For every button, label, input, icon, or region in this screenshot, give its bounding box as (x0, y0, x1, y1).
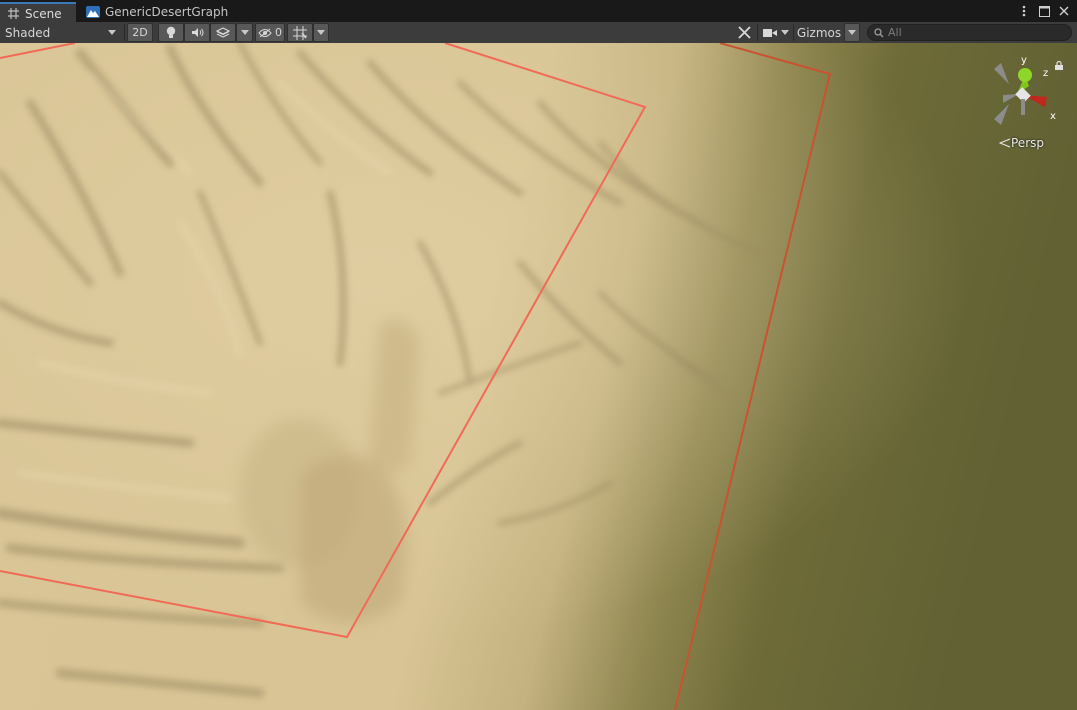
camera-icon (763, 28, 777, 37)
search-input[interactable] (884, 26, 1058, 39)
projection-label: Persp (1011, 136, 1044, 150)
camera-settings-button[interactable] (760, 23, 792, 42)
window-controls (1017, 3, 1071, 19)
maximize-icon[interactable] (1037, 4, 1051, 18)
draw-mode-dropdown[interactable]: Shaded (0, 23, 122, 42)
gizmos-label: Gizmos (796, 25, 842, 40)
tab-generic-desert-graph-label: GenericDesertGraph (105, 5, 229, 19)
more-menu-icon[interactable] (1017, 4, 1031, 18)
gizmos-toggle-button[interactable]: Gizmos (794, 23, 844, 42)
lock-icon[interactable] (1055, 55, 1063, 74)
hidden-eye-icon (258, 28, 272, 37)
grid-snap-icon (293, 25, 307, 40)
draw-mode-value: Shaded (5, 25, 51, 40)
audio-toggle-button[interactable] (184, 23, 210, 42)
search-icon (874, 27, 884, 37)
layers-effects-icon (216, 26, 230, 38)
toolbar-divider (757, 24, 758, 41)
effects-dropdown-button[interactable] (236, 23, 253, 42)
toggle-2d-button[interactable]: 2D (127, 23, 153, 42)
tab-scene[interactable]: Scene (0, 2, 76, 23)
scene-orientation-gizmo[interactable]: y z x (989, 49, 1059, 139)
wrench-screwdriver-icon (737, 26, 751, 39)
lightbulb-icon (166, 26, 176, 38)
hidden-object-count: 0 (275, 26, 282, 39)
grid-icon (6, 7, 20, 21)
chevron-down-icon (240, 30, 249, 35)
scene-viewport[interactable]: y z x Persp (0, 43, 1077, 710)
chevron-down-icon (781, 30, 789, 35)
axis-gizmo-icon: y z x (994, 55, 1056, 125)
toggle-2d-label: 2D (132, 26, 148, 39)
grid-snapping-dropdown[interactable] (313, 23, 329, 42)
chevron-down-icon (317, 30, 325, 35)
gizmos-dropdown[interactable] (844, 23, 860, 42)
lighting-toggle-button[interactable] (158, 23, 184, 42)
grid-snapping-button[interactable] (287, 23, 313, 42)
tab-scene-label: Scene (25, 6, 62, 21)
speaker-icon (191, 28, 203, 37)
editor-tab-bar: Scene GenericDesertGraph (0, 0, 1077, 23)
chevron-down-icon (848, 30, 856, 35)
gizmo-z-label: z (1043, 68, 1048, 79)
projection-toggle[interactable]: Persp (999, 136, 1044, 150)
scene-toolbar: Shaded 2D 0 Gizmos (0, 22, 1077, 44)
scene-search-field[interactable] (867, 24, 1072, 41)
tools-button[interactable] (733, 23, 755, 42)
terrain-mountain-icon (86, 5, 100, 19)
gizmo-x-label: x (1050, 111, 1056, 122)
chevron-down-icon (108, 30, 116, 35)
terrain-render (0, 43, 1077, 710)
perspective-icon (999, 138, 1011, 148)
scene-visibility-button[interactable]: 0 (255, 23, 285, 42)
effects-toggle-button[interactable] (210, 23, 236, 42)
close-icon[interactable] (1057, 4, 1071, 18)
toolbar-divider (124, 24, 125, 41)
gizmo-y-label: y (1021, 55, 1027, 66)
tab-generic-desert-graph[interactable]: GenericDesertGraph (80, 2, 240, 22)
